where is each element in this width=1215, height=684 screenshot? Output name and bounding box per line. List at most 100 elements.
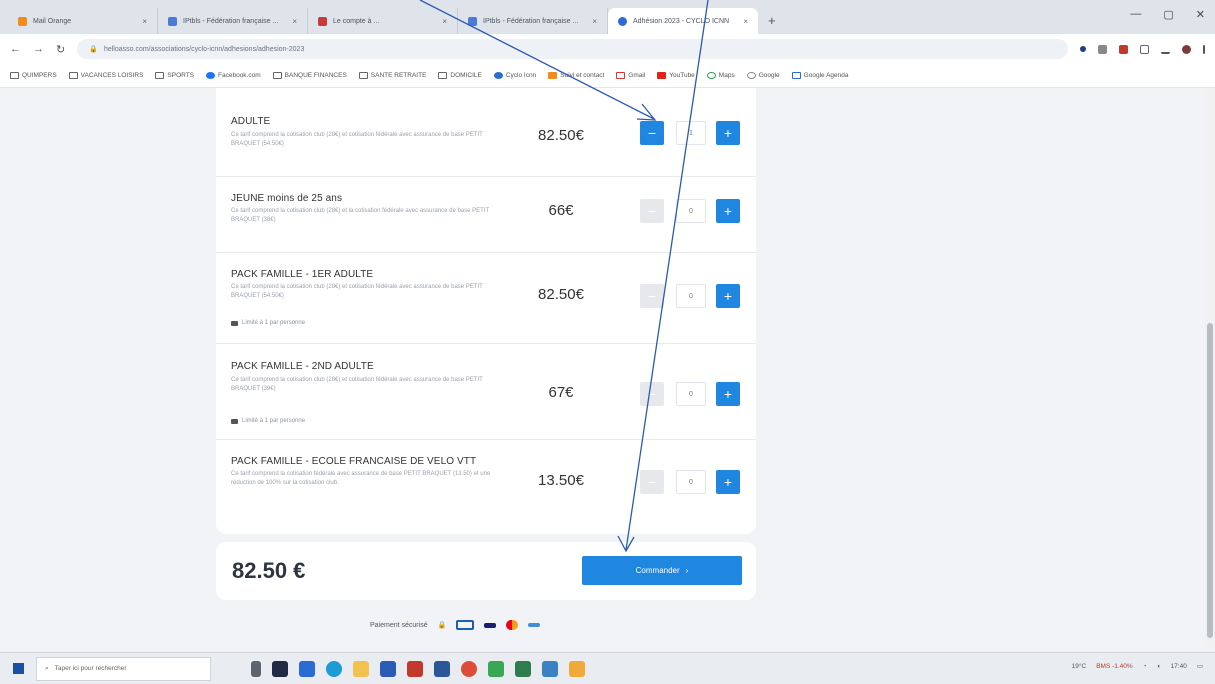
extension-icon[interactable] xyxy=(1119,44,1128,54)
bookmark-item[interactable]: BANQUE FINANCES xyxy=(272,72,347,79)
folder-icon xyxy=(438,72,448,79)
tariff-title: JEUNE moins de 25 ans xyxy=(231,193,343,204)
menu-icon[interactable] xyxy=(1203,44,1205,54)
increase-quantity-button[interactable]: + xyxy=(716,284,740,308)
word-icon[interactable] xyxy=(434,660,450,677)
limit-note: Limité à 1 par personne xyxy=(231,418,305,424)
url-text: helloasso.com/associations/cyclo-icnn/ad… xyxy=(103,45,305,53)
taskbar-search[interactable]: ⌕ Taper ici pour rechercher xyxy=(36,656,211,681)
app-icon[interactable] xyxy=(380,660,396,677)
browser-tab[interactable]: Le compte à ... × xyxy=(308,8,458,34)
bookmark-item[interactable]: DOMICILE xyxy=(438,72,482,79)
browser-tab[interactable]: IPtbls - Fédération française ... × xyxy=(458,8,608,34)
increase-quantity-button[interactable]: + xyxy=(716,199,740,223)
forward-icon[interactable]: → xyxy=(33,43,44,55)
youtube-icon xyxy=(657,72,667,79)
browser-tab[interactable]: Mail Orange × xyxy=(8,8,158,34)
clock[interactable]: 17:40 xyxy=(1171,663,1187,670)
close-icon[interactable]: × xyxy=(442,17,447,26)
task-view-icon[interactable] xyxy=(251,660,261,677)
decrease-quantity-button[interactable]: − xyxy=(640,382,664,406)
bookmark-label: SANTE RETRAITE xyxy=(370,72,427,79)
app-icon[interactable] xyxy=(407,660,423,677)
bookmark-item[interactable]: Suivi et contact xyxy=(548,72,604,79)
bookmark-item[interactable]: Gmail xyxy=(616,72,645,79)
maximize-button[interactable]: ▢ xyxy=(1163,8,1173,21)
bookmark-item[interactable]: VACANCES LOISIRS xyxy=(68,72,143,79)
start-button[interactable] xyxy=(0,663,36,674)
app-icon[interactable] xyxy=(542,660,558,677)
bookmark-item[interactable]: Cyclo Icnn xyxy=(493,72,536,79)
app-icon[interactable] xyxy=(272,660,288,677)
stock-ticker[interactable]: BMS -1.40% xyxy=(1096,663,1133,670)
decrease-quantity-button[interactable]: − xyxy=(640,121,664,145)
browser-tab-active[interactable]: Adhésion 2023 - CYCLO ICNN × xyxy=(608,8,758,34)
bookmark-item[interactable]: Facebook.com xyxy=(206,72,261,79)
folder-icon xyxy=(358,72,368,79)
bookmark-item[interactable]: Google xyxy=(746,72,780,79)
browser-tab[interactable]: IPtbls - Fédération française ... × xyxy=(158,8,308,34)
bookmark-item[interactable]: Maps xyxy=(706,72,735,79)
bookmark-item[interactable]: YouTube xyxy=(657,72,695,79)
close-window-button[interactable]: ✕ xyxy=(1196,8,1205,21)
decrease-quantity-button[interactable]: − xyxy=(640,284,664,308)
taskbar: ⌕ Taper ici pour rechercher 19°C BMS -1.… xyxy=(0,652,1215,684)
app-icon[interactable] xyxy=(569,660,585,677)
extension-icon[interactable] xyxy=(1098,44,1107,54)
url-field[interactable]: 🔒 helloasso.com/associations/cyclo-icnn/… xyxy=(77,39,1068,59)
avatar[interactable] xyxy=(1182,44,1191,54)
new-tab-button[interactable]: + xyxy=(758,13,786,34)
app-icon[interactable] xyxy=(299,660,315,677)
chrome-icon[interactable] xyxy=(461,660,477,677)
limit-note: Limité à 1 par personne xyxy=(231,320,305,326)
close-icon[interactable]: × xyxy=(142,17,147,26)
quantity-field[interactable]: 0 xyxy=(676,470,706,494)
weather-text[interactable]: 19°C xyxy=(1072,663,1087,670)
edge-icon[interactable] xyxy=(326,660,342,677)
close-icon[interactable]: × xyxy=(292,17,297,26)
back-icon[interactable]: ← xyxy=(10,43,21,55)
notifications-icon[interactable]: ▭ xyxy=(1197,662,1203,670)
page-scrollbar[interactable] xyxy=(1205,88,1215,648)
calendar-icon xyxy=(791,72,801,79)
download-icon[interactable] xyxy=(1161,44,1170,54)
quantity-field[interactable]: 0 xyxy=(676,284,706,308)
extension-icon[interactable] xyxy=(1140,44,1149,54)
increase-quantity-button[interactable]: + xyxy=(716,470,740,494)
google-icon xyxy=(746,72,756,79)
order-button[interactable]: Commander › xyxy=(582,556,742,585)
bookmark-item[interactable]: QUIMPERS xyxy=(10,72,57,79)
volume-icon[interactable]: ◖ xyxy=(1157,663,1161,670)
quantity-field[interactable]: 0 xyxy=(676,199,706,223)
network-icon[interactable]: ◔ xyxy=(1143,663,1147,670)
folder-icon xyxy=(155,72,165,79)
quantity-field[interactable]: 1 xyxy=(676,121,706,145)
decrease-quantity-button[interactable]: − xyxy=(640,199,664,223)
bookmark-item[interactable]: SPORTS xyxy=(155,72,194,79)
app-icon[interactable] xyxy=(488,660,504,677)
increase-quantity-button[interactable]: + xyxy=(716,121,740,145)
decrease-quantity-button[interactable]: − xyxy=(640,470,664,494)
bookmark-item[interactable]: SANTE RETRAITE xyxy=(358,72,427,79)
minimize-button[interactable]: — xyxy=(1130,8,1141,21)
reload-icon[interactable]: ↻ xyxy=(56,43,65,56)
extension-icon[interactable] xyxy=(1080,46,1086,52)
tab-favicon-icon xyxy=(318,16,327,26)
bookmark-item[interactable]: Google Agenda xyxy=(791,72,849,79)
close-icon[interactable]: × xyxy=(743,17,748,26)
increase-quantity-button[interactable]: + xyxy=(716,382,740,406)
bookmark-label: Google xyxy=(758,72,780,79)
tariff-title: ADULTE xyxy=(231,116,271,127)
tab-favicon-icon xyxy=(468,16,477,26)
tab-title: Adhésion 2023 - CYCLO ICNN xyxy=(633,17,730,25)
scrollbar-thumb[interactable] xyxy=(1207,323,1213,638)
folder-icon[interactable] xyxy=(353,660,369,677)
app-icon[interactable] xyxy=(515,660,531,677)
bookmark-label: BANQUE FINANCES xyxy=(284,72,347,79)
close-icon[interactable]: × xyxy=(592,17,597,26)
tariff-description: Ce tarif comprend la cotisation club (28… xyxy=(231,377,483,392)
lock-icon: 🔒 xyxy=(437,622,447,629)
system-tray: 19°C BMS -1.40% ◔ ◖ 17:40 ▭ xyxy=(1072,662,1203,671)
quantity-field[interactable]: 0 xyxy=(676,382,706,406)
bookmark-label: Facebook.com xyxy=(218,72,261,79)
